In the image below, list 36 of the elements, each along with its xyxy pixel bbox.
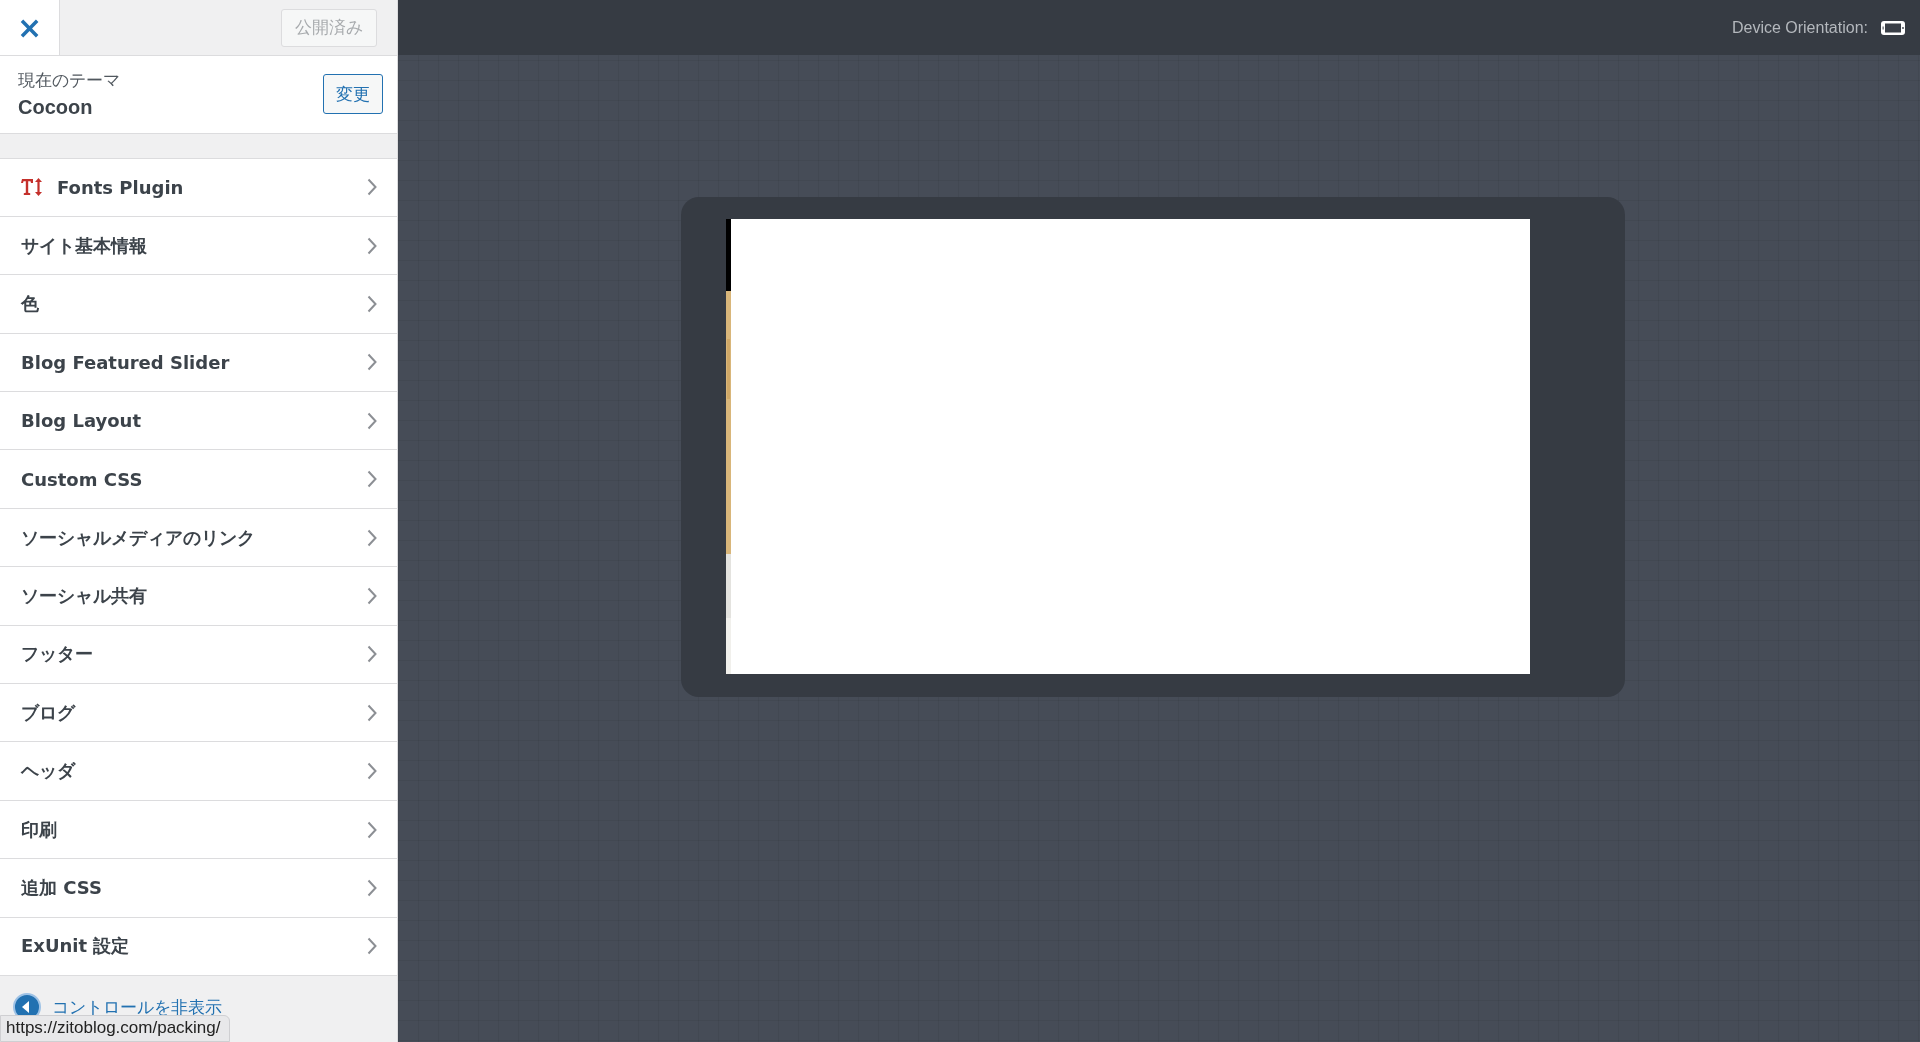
chevron-right-icon xyxy=(367,470,377,489)
close-button[interactable]: × xyxy=(0,0,60,55)
section-item[interactable]: Blog Layout xyxy=(0,392,397,451)
section-item[interactable]: ヘッダ xyxy=(0,742,397,801)
chevron-right-icon xyxy=(367,937,377,956)
chevron-right-icon xyxy=(367,178,377,197)
section-item[interactable]: フッター xyxy=(0,625,397,685)
section-item[interactable]: 追加 CSS xyxy=(0,859,397,918)
theme-caption: 現在のテーマ xyxy=(18,69,120,93)
section-item[interactable]: ブログ xyxy=(0,684,397,743)
device-orientation-label: Device Orientation: xyxy=(1731,18,1868,37)
chevron-right-icon xyxy=(367,878,377,897)
chevron-right-icon xyxy=(367,703,377,722)
section-item[interactable]: ソーシャル共有 xyxy=(0,567,397,626)
change-button[interactable]: 変更 xyxy=(323,74,383,115)
section-item[interactable]: 色 xyxy=(0,275,397,334)
chevron-right-icon xyxy=(367,411,377,430)
section-item[interactable]: 印刷 xyxy=(0,800,397,860)
status-url-tooltip: https://zitoblog.com/packing/ xyxy=(0,1015,230,1042)
chevron-right-icon xyxy=(367,528,377,547)
chevron-right-icon xyxy=(367,762,377,781)
theme-name: Cocoon xyxy=(18,96,94,120)
section-item[interactable]: サイト基本情報 xyxy=(0,216,397,276)
section-item[interactable]: ソーシャルメディアのリンク xyxy=(0,508,397,568)
chevron-right-icon xyxy=(367,236,377,255)
section-item[interactable]: ExUnit 設定 xyxy=(0,917,397,976)
chevron-right-icon xyxy=(367,645,377,664)
chevron-right-icon xyxy=(367,820,377,839)
chevron-right-icon xyxy=(367,353,377,372)
section-item[interactable]: Blog Featured Slider xyxy=(0,333,397,393)
chevron-right-icon xyxy=(367,586,377,605)
section-item[interactable]: Fonts Plugin xyxy=(0,157,397,217)
chevron-right-icon xyxy=(367,295,377,313)
tablet-landscape-icon xyxy=(1880,19,1906,36)
font-size-icon xyxy=(21,177,43,198)
section-item[interactable]: Custom CSS xyxy=(0,450,397,509)
